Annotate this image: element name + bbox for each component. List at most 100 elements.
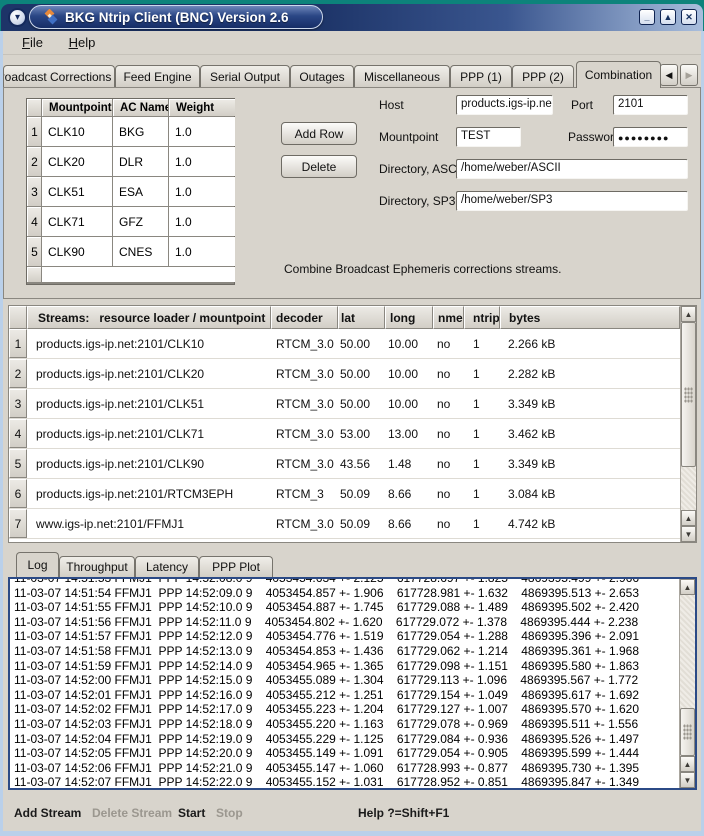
scroll-up-button[interactable]: ▲: [681, 510, 696, 526]
col-header-weight[interactable]: Weight: [169, 99, 235, 116]
combination-note: Combine Broadcast Ephemeris corrections …: [284, 262, 561, 276]
delete-button[interactable]: Delete: [281, 155, 357, 178]
help-button[interactable]: Help ?=Shift+F1: [358, 806, 449, 820]
scrollbar-thumb[interactable]: [681, 322, 696, 467]
col-header-bytes[interactable]: bytes: [500, 306, 680, 329]
tab-scroll-left-button[interactable]: ◀: [660, 64, 678, 86]
cell-mountpoint[interactable]: CLK20: [42, 147, 112, 176]
tab-latency[interactable]: Latency: [135, 556, 199, 577]
scroll-down-button[interactable]: ▼: [681, 526, 696, 542]
directory-sp3-label: Directory, SP3: [379, 194, 455, 208]
combination-panel: Mountpoint AC Name Weight 1 CLK10 BKG 1.…: [3, 87, 701, 299]
streams-header-row: Streams: resource loader / mountpoint de…: [9, 306, 680, 329]
stream-row[interactable]: 6 products.igs-ip.net:2101/RTCM3EPH RTCM…: [9, 479, 680, 509]
directory-sp3-input[interactable]: /home/weber/SP3: [456, 191, 688, 211]
arrow-up-icon: ▲: [685, 310, 693, 319]
close-button[interactable]: ✕: [681, 9, 697, 25]
col-header-ntrip[interactable]: ntrip: [464, 306, 500, 329]
cell-weight[interactable]: 1.0: [169, 117, 235, 146]
window-title: BKG Ntrip Client (BNC) Version 2.6: [65, 10, 289, 25]
mountpoint-input[interactable]: TEST: [456, 127, 521, 147]
scrollbar-thumb[interactable]: [680, 708, 695, 756]
col-header-nmea[interactable]: nmea: [433, 306, 464, 329]
maximize-button[interactable]: ▲: [660, 9, 676, 25]
col-header-decoder[interactable]: decoder: [271, 306, 338, 329]
combination-table: Mountpoint AC Name Weight 1 CLK10 BKG 1.…: [26, 98, 235, 285]
tab-combination[interactable]: Combination: [576, 61, 661, 88]
tab-ppp-1[interactable]: PPP (1): [450, 65, 512, 87]
start-button[interactable]: Start: [178, 806, 205, 820]
log-text: 11-03-07 14:51:53 FFMJ1 PPP 14:52:08.0 9…: [14, 577, 639, 790]
cell-mountpoint[interactable]: CLK71: [42, 207, 112, 236]
minimize-button[interactable]: _: [639, 9, 655, 25]
cell-mountpoint[interactable]: CLK90: [42, 237, 112, 266]
password-input[interactable]: ●●●●●●●●: [613, 127, 688, 147]
tab-feed-engine[interactable]: Feed Engine: [115, 65, 200, 87]
streams-table: Streams: resource loader / mountpoint de…: [8, 305, 697, 543]
scroll-up-button[interactable]: ▲: [680, 579, 695, 595]
directory-ascii-input[interactable]: /home/weber/ASCII: [456, 159, 688, 179]
scroll-up-button[interactable]: ▲: [680, 756, 695, 772]
tab-ppp-plot[interactable]: PPP Plot: [199, 556, 273, 577]
arrow-down-icon: ▼: [685, 530, 693, 539]
app-window: ▾ BKG Ntrip Client (BNC) Version 2.6 _ ▲…: [0, 0, 704, 836]
scroll-up-button[interactable]: ▲: [681, 306, 696, 322]
tab-miscellaneous[interactable]: Miscellaneous: [354, 65, 450, 87]
cell-weight[interactable]: 1.0: [169, 147, 235, 176]
row-header: 1: [27, 117, 41, 146]
arrow-right-icon: ▶: [686, 70, 693, 81]
arrow-up-icon: ▲: [684, 760, 692, 769]
host-input[interactable]: products.igs-ip.net: [456, 95, 553, 115]
col-header-lat[interactable]: lat: [338, 306, 385, 329]
delete-stream-button: Delete Stream: [92, 806, 172, 820]
log-scrollbar[interactable]: ▲ ▲ ▼: [679, 579, 695, 788]
port-label: Port: [571, 98, 593, 112]
tab-log[interactable]: Log: [16, 552, 59, 577]
stream-row[interactable]: 5 products.igs-ip.net:2101/CLK90 RTCM_3.…: [9, 449, 680, 479]
cell-ac-name[interactable]: BKG: [113, 117, 168, 146]
corner-cell: [9, 306, 27, 329]
arrow-up-icon: ▲: [684, 583, 692, 592]
add-row-button[interactable]: Add Row: [281, 122, 357, 145]
thumb-grip: [684, 387, 693, 403]
cell-ac-name[interactable]: CNES: [113, 237, 168, 266]
cell-weight[interactable]: 1.0: [169, 207, 235, 236]
cell-ac-name[interactable]: DLR: [113, 147, 168, 176]
col-header-long[interactable]: long: [385, 306, 433, 329]
scroll-down-button[interactable]: ▼: [680, 772, 695, 788]
stream-row[interactable]: 4 products.igs-ip.net:2101/CLK71 RTCM_3.…: [9, 419, 680, 449]
add-stream-button[interactable]: Add Stream: [14, 806, 81, 820]
stop-button: Stop: [216, 806, 243, 820]
tab-broadcast-corrections[interactable]: Broadcast Corrections: [3, 65, 115, 87]
cell-ac-name[interactable]: GFZ: [113, 207, 168, 236]
cell-mountpoint[interactable]: CLK10: [42, 117, 112, 146]
menu-help[interactable]: Help: [66, 35, 99, 50]
col-header-ac-name[interactable]: AC Name: [113, 99, 168, 116]
port-input[interactable]: 2101: [613, 95, 688, 115]
streams-scrollbar[interactable]: ▲ ▲ ▼: [680, 306, 696, 542]
cell-weight[interactable]: 1.0: [169, 237, 235, 266]
stream-row[interactable]: 3 products.igs-ip.net:2101/CLK51 RTCM_3.…: [9, 389, 680, 419]
stream-row[interactable]: 7 www.igs-ip.net:2101/FFMJ1 RTCM_3.0 50.…: [9, 509, 680, 539]
menu-file[interactable]: File: [19, 35, 46, 50]
window-menu-button[interactable]: ▾: [8, 8, 27, 27]
mountpoint-label: Mountpoint: [379, 130, 438, 144]
cell-mountpoint[interactable]: CLK51: [42, 177, 112, 206]
tab-serial-output[interactable]: Serial Output: [200, 65, 290, 87]
col-header-mountpoint[interactable]: Mountpoint: [42, 99, 112, 116]
cell-ac-name[interactable]: ESA: [113, 177, 168, 206]
stream-row[interactable]: 2 products.igs-ip.net:2101/CLK20 RTCM_3.…: [9, 359, 680, 389]
row-header: 4: [27, 207, 41, 236]
corner-cell: [27, 99, 41, 116]
tab-ppp-2[interactable]: PPP (2): [512, 65, 574, 87]
cell-weight[interactable]: 1.0: [169, 177, 235, 206]
stream-row[interactable]: 1 products.igs-ip.net:2101/CLK10 RTCM_3.…: [9, 329, 680, 359]
empty-row[interactable]: [42, 267, 235, 282]
row-header: 5: [27, 237, 41, 266]
tab-outages[interactable]: Outages: [290, 65, 354, 87]
log-output[interactable]: 11-03-07 14:51:53 FFMJ1 PPP 14:52:08.0 9…: [8, 577, 697, 790]
title-pill: BKG Ntrip Client (BNC) Version 2.6: [29, 5, 323, 29]
tab-scroll-right-button[interactable]: ▶: [680, 64, 698, 86]
tab-throughput[interactable]: Throughput: [59, 556, 135, 577]
col-header-mountpoint[interactable]: Streams: resource loader / mountpoint: [27, 306, 271, 329]
